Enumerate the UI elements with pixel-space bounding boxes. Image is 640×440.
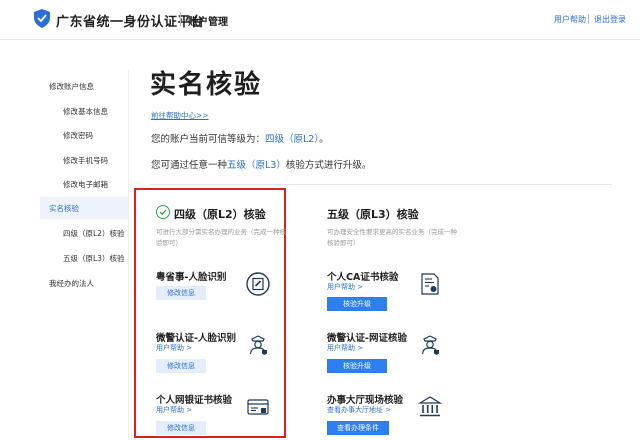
current-level-text: 您的账户当前可信等级为：四级（原L2）。	[151, 131, 329, 145]
modify-info-button[interactable]: 修改信息	[156, 421, 206, 435]
upgrade-hint-suffix: 核验方式进行升级。	[285, 160, 372, 171]
method-title: 微警认证-人脸识别	[156, 333, 236, 344]
site-title: 广东省统一身份认证平台	[56, 15, 205, 30]
method-title: 办事大厅现场核验	[327, 395, 404, 406]
verify-upgrade-button[interactable]: 核验升级	[327, 297, 387, 311]
main-divider	[150, 184, 612, 185]
upgrade-hint-prefix: 您可通过任意一种	[151, 160, 228, 171]
sidebar-item-phone[interactable]: 修改手机号码	[63, 155, 108, 166]
police-officer-icon	[249, 335, 267, 355]
sidebar-item-account-info[interactable]: 修改账户信息	[49, 81, 94, 92]
site-subtitle: 账户管理	[188, 17, 228, 28]
header-separator	[180, 12, 181, 26]
header-link-divider	[588, 14, 589, 24]
method-help-link[interactable]: 用户帮助 >	[156, 343, 192, 353]
shield-logo-icon	[34, 9, 50, 28]
hall-address-link[interactable]: 查看办事大厅地址 >	[327, 405, 391, 415]
sidebar-item-level5[interactable]: 五级（原L3）核验	[63, 253, 124, 264]
logout-link[interactable]: 退出登录	[594, 14, 626, 25]
method-title: 微警认证-网证核验	[327, 333, 407, 344]
current-level-value: 四级（原L2）	[265, 134, 320, 145]
sidebar-item-level4[interactable]: 四级（原L2）核验	[63, 228, 124, 239]
level4-description: 可进行大部分需实名办理的业务（完成一种核验即可）	[156, 228, 286, 247]
user-help-link[interactable]: 用户帮助	[554, 14, 586, 25]
level5-title: 五级（原L3）核验	[327, 208, 419, 221]
bank-card-icon	[247, 399, 269, 415]
check-circle-icon	[156, 205, 170, 219]
level5-description: 可办理安全性要求更高的实名业务（完成一种核验即可）	[327, 228, 457, 247]
view-conditions-button[interactable]: 查看办理条件	[327, 421, 389, 435]
method-title: 粤省事-人脸识别	[156, 272, 227, 283]
sidebar-item-real-name[interactable]: 实名核验	[49, 203, 79, 214]
method-help-link[interactable]: 用户帮助 >	[327, 343, 363, 353]
sidebar	[0, 40, 130, 440]
upgrade-hint-text: 您可通过任意一种五级（原L3）核验方式进行升级。	[151, 157, 371, 171]
method-title: 个人网银证书核验	[156, 395, 233, 406]
sidebar-item-basic-info[interactable]: 修改基本信息	[63, 106, 108, 117]
help-center-link[interactable]: 前往帮助中心>>	[151, 110, 209, 121]
verify-upgrade-button[interactable]: 核验升级	[327, 359, 387, 373]
sidebar-item-legal-person[interactable]: 我经办的法人	[49, 278, 94, 289]
method-help-link[interactable]: 用户帮助 >	[156, 405, 192, 415]
current-level-suffix: 。	[319, 134, 329, 145]
method-title: 个人CA证书核验	[327, 272, 399, 283]
method-help-link[interactable]: 用户帮助 >	[327, 282, 363, 292]
modify-info-button[interactable]: 修改信息	[156, 359, 206, 373]
upgrade-hint-level: 五级（原L3）	[227, 160, 286, 171]
police-officer-icon	[421, 335, 439, 355]
sidebar-item-password[interactable]: 修改密码	[63, 130, 93, 141]
sidebar-item-email[interactable]: 修改电子邮箱	[63, 179, 108, 190]
face-id-icon	[246, 272, 270, 296]
top-header: 广东省统一身份认证平台 账户管理 用户帮助 退出登录	[0, 0, 640, 40]
sidebar-divider	[128, 70, 129, 440]
page-title: 实名核验	[150, 70, 263, 100]
government-hall-icon	[418, 396, 442, 417]
level4-title: 四级（原L2）核验	[174, 208, 266, 221]
current-level-prefix: 您的账户当前可信等级为：	[151, 134, 266, 145]
certificate-icon	[421, 273, 439, 295]
modify-info-button[interactable]: 修改信息	[156, 286, 206, 300]
